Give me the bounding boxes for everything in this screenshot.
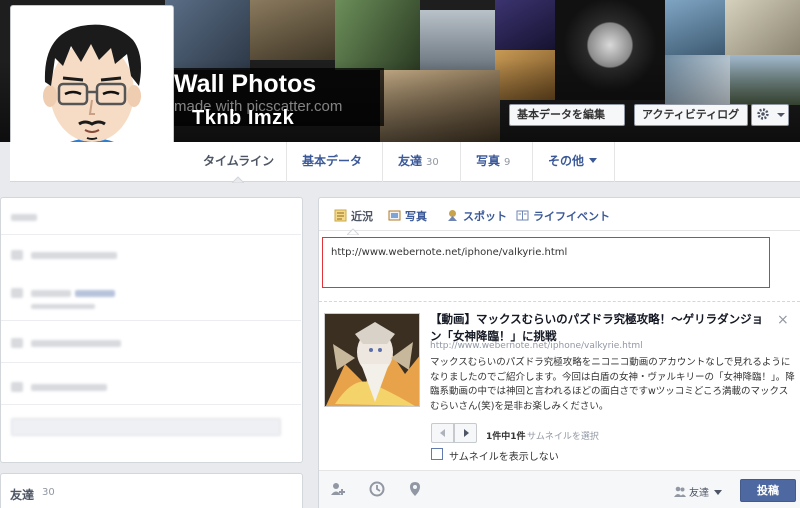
activity-log-button[interactable]: アクティビティログ xyxy=(634,104,748,126)
album-title: Wall Photos xyxy=(174,70,317,98)
divider xyxy=(1,234,301,235)
no-thumbnail-label[interactable]: サムネイルを表示しない xyxy=(449,448,559,463)
tag-friends-icon[interactable] xyxy=(330,481,346,497)
tab-friends[interactable]: 友達 30 xyxy=(382,142,454,182)
tab-photos[interactable]: 写真 9 xyxy=(460,142,525,182)
divider xyxy=(1,362,301,363)
avatar xyxy=(15,10,169,162)
profile-nav: タイムライン 基本データ 友達 30 写真 9 その他 xyxy=(10,142,800,182)
blurred-text xyxy=(31,252,117,259)
active-tab-pointer xyxy=(232,176,244,183)
friends-count: 30 xyxy=(426,157,439,168)
previous-thumbnail-button[interactable] xyxy=(431,423,454,443)
chevron-left-icon xyxy=(440,429,445,437)
composer-tab-status-label: 近況 xyxy=(351,210,373,223)
cover-tile xyxy=(665,0,725,55)
chevron-down-icon xyxy=(589,158,598,163)
composer-footer xyxy=(319,470,800,508)
status-input[interactable]: http://www.webernote.net/iphone/valkyrie… xyxy=(322,237,770,288)
divider xyxy=(1,320,301,321)
location-pin-icon xyxy=(448,210,457,221)
blurred-icon xyxy=(11,250,23,260)
composer-tab-status[interactable]: 近況 xyxy=(334,208,373,224)
settings-menu-button[interactable] xyxy=(751,104,789,126)
next-thumbnail-button[interactable] xyxy=(454,423,477,443)
post-button[interactable]: 投稿 xyxy=(740,479,796,502)
blurred-text xyxy=(31,304,95,309)
blurred-icon xyxy=(11,338,23,348)
active-tab-pointer xyxy=(347,228,359,235)
gear-icon xyxy=(757,108,769,120)
friends-icon xyxy=(674,486,686,497)
link-preview-title[interactable]: 【動画】マックスむらいのパズドラ究極攻略！～ゲリラダンジョン「女神降臨！」に挑戦 xyxy=(430,311,770,345)
blurred-text xyxy=(31,340,121,347)
blurred-text xyxy=(31,290,71,297)
valkyrie-image xyxy=(325,314,419,406)
blurred-icon xyxy=(11,382,23,392)
tab-more[interactable]: その他 xyxy=(532,142,616,182)
friends-heading-count: 30 xyxy=(42,487,55,498)
tab-about-label: 基本データ xyxy=(302,154,363,168)
audience-label: 友達 xyxy=(689,488,709,499)
composer-tab-photo[interactable]: 写真 xyxy=(388,208,427,224)
tab-photos-label: 写真 xyxy=(476,154,501,168)
tab-timeline-label: タイムライン xyxy=(203,154,275,168)
friends-heading[interactable]: 友達 xyxy=(10,486,34,503)
composer-tab-spot[interactable]: スポット xyxy=(446,208,507,224)
link-preview-url: http://www.webernote.net/iphone/valkyrie… xyxy=(430,341,643,351)
composer-tab-photo-label: 写真 xyxy=(405,210,427,223)
photos-count: 9 xyxy=(504,157,511,168)
chevron-down-icon xyxy=(714,490,722,495)
composer-tab-spot-label: スポット xyxy=(463,210,507,223)
blurred-text xyxy=(11,214,37,221)
thumbnail-count: 1件中1件 xyxy=(486,432,526,442)
link-preview-description[interactable]: マックスむらいのパズドラ究極攻略をニコニコ動画のアカウントなしで見れるようになり… xyxy=(430,356,796,414)
link-preview-thumbnail[interactable] xyxy=(324,313,420,407)
status-icon xyxy=(334,209,347,222)
chevron-down-icon xyxy=(776,113,785,117)
blurred-link xyxy=(75,290,115,297)
cover-tile xyxy=(495,0,555,50)
life-event-icon xyxy=(516,210,529,221)
blurred-field xyxy=(11,418,281,436)
chevron-right-icon xyxy=(464,429,469,437)
divider xyxy=(319,301,800,302)
blurred-icon xyxy=(11,288,23,298)
close-icon[interactable]: × xyxy=(777,312,789,328)
no-thumbnail-checkbox[interactable] xyxy=(431,448,443,460)
profile-name[interactable]: Tknb Imzk xyxy=(192,107,294,130)
cover-tile xyxy=(725,0,800,55)
edit-profile-button[interactable]: 基本データを編集 xyxy=(509,104,625,126)
tab-friends-label: 友達 xyxy=(398,154,423,168)
clock-icon[interactable] xyxy=(369,481,385,497)
divider xyxy=(1,404,301,405)
divider xyxy=(319,230,800,231)
thumbnail-select-label: サムネイルを選択 xyxy=(527,432,599,442)
location-pin-icon[interactable] xyxy=(407,481,423,497)
composer-tab-life-event[interactable]: ライフイベント xyxy=(516,208,610,224)
blurred-text xyxy=(31,384,107,391)
tab-about[interactable]: 基本データ xyxy=(286,142,377,182)
tab-more-label: その他 xyxy=(548,154,585,168)
composer-tab-life-event-label: ライフイベント xyxy=(533,210,610,223)
audience-selector[interactable]: 友達 xyxy=(674,484,722,499)
photo-icon xyxy=(388,210,401,221)
intro-card xyxy=(0,197,303,463)
cover-tile xyxy=(250,0,335,60)
